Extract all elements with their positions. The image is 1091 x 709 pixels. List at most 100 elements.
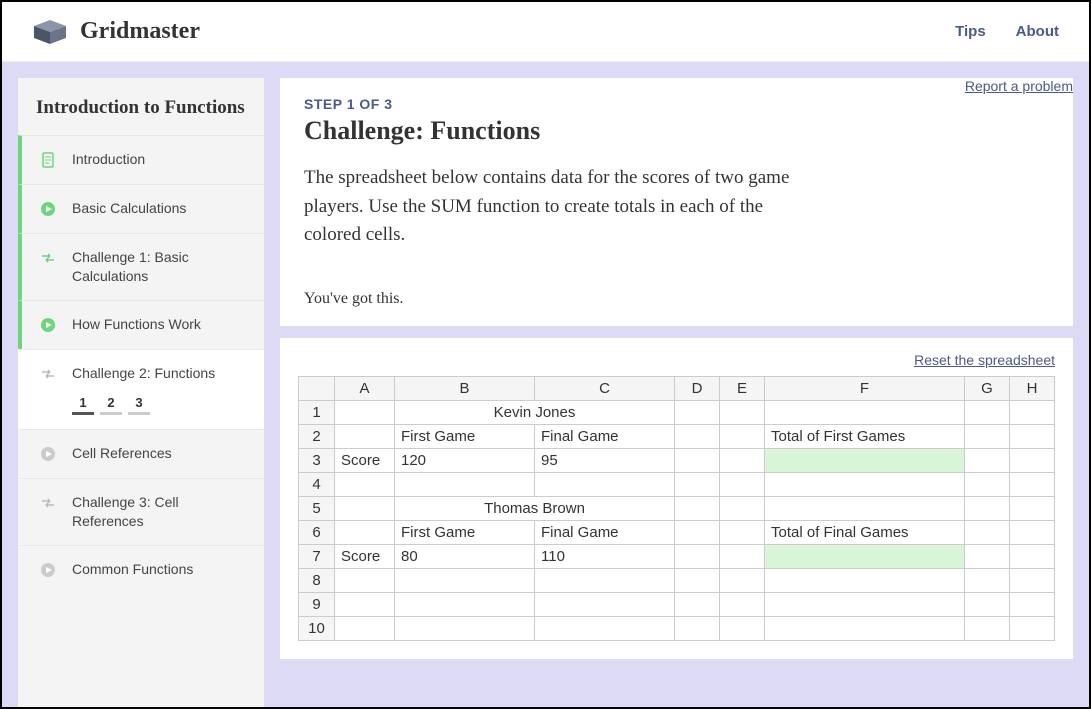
about-link[interactable]: About (1016, 23, 1059, 40)
column-header[interactable]: A (335, 376, 395, 400)
column-header[interactable]: C (535, 376, 675, 400)
cell[interactable] (765, 496, 965, 520)
cell[interactable] (335, 424, 395, 448)
cell[interactable] (720, 568, 765, 592)
row-header[interactable]: 10 (299, 616, 335, 640)
cell[interactable] (720, 400, 765, 424)
cell[interactable]: Total of First Games (765, 424, 965, 448)
cell[interactable] (335, 400, 395, 424)
cell[interactable]: Final Game (535, 424, 675, 448)
sidebar-item[interactable]: Challenge 2: Functions123 (18, 349, 264, 429)
cell[interactable] (675, 568, 720, 592)
cell[interactable] (335, 496, 395, 520)
sidebar-item[interactable]: Common Functions (18, 545, 264, 594)
cell[interactable] (675, 472, 720, 496)
sidebar-item[interactable]: How Functions Work (18, 300, 264, 349)
cell[interactable] (1010, 424, 1055, 448)
cell[interactable] (965, 448, 1010, 472)
cell[interactable] (720, 448, 765, 472)
cell[interactable] (965, 544, 1010, 568)
sidebar-item[interactable]: Basic Calculations (18, 184, 264, 233)
sidebar-item[interactable]: Introduction (18, 135, 264, 184)
cell[interactable] (335, 568, 395, 592)
row-header[interactable]: 9 (299, 592, 335, 616)
row-header[interactable]: 5 (299, 496, 335, 520)
cell[interactable] (395, 592, 535, 616)
cell[interactable] (1010, 448, 1055, 472)
cell[interactable] (965, 520, 1010, 544)
column-header[interactable]: B (395, 376, 535, 400)
cell[interactable] (675, 424, 720, 448)
cell[interactable] (720, 520, 765, 544)
cell[interactable] (535, 592, 675, 616)
cell[interactable] (535, 472, 675, 496)
cell[interactable] (395, 472, 535, 496)
cell[interactable] (335, 520, 395, 544)
cell[interactable] (335, 616, 395, 640)
cell[interactable]: 110 (535, 544, 675, 568)
step-number[interactable]: 3 (128, 393, 150, 415)
cell[interactable]: 95 (535, 448, 675, 472)
cell[interactable]: Total of Final Games (765, 520, 965, 544)
cell[interactable] (965, 616, 1010, 640)
cell[interactable] (765, 448, 965, 472)
column-header[interactable]: E (720, 376, 765, 400)
cell[interactable] (395, 568, 535, 592)
cell[interactable] (535, 616, 675, 640)
cell[interactable]: 120 (395, 448, 535, 472)
cell[interactable] (1010, 400, 1055, 424)
cell[interactable] (765, 400, 965, 424)
cell[interactable] (675, 448, 720, 472)
cell[interactable] (720, 592, 765, 616)
reset-spreadsheet-link[interactable]: Reset the spreadsheet (298, 352, 1055, 368)
cell[interactable] (1010, 496, 1055, 520)
cell[interactable] (720, 472, 765, 496)
cell[interactable] (395, 616, 535, 640)
cell[interactable] (965, 568, 1010, 592)
column-header[interactable]: F (765, 376, 965, 400)
cell[interactable]: Final Game (535, 520, 675, 544)
cell[interactable] (1010, 544, 1055, 568)
row-header[interactable]: 6 (299, 520, 335, 544)
cell[interactable] (675, 520, 720, 544)
cell[interactable] (675, 496, 720, 520)
cell[interactable] (965, 424, 1010, 448)
cell[interactable]: Thomas Brown (395, 496, 675, 520)
sidebar-item[interactable]: Challenge 3: Cell References (18, 478, 264, 545)
cell[interactable] (765, 568, 965, 592)
cell[interactable] (1010, 616, 1055, 640)
step-number[interactable]: 1 (72, 393, 94, 415)
cell[interactable] (965, 496, 1010, 520)
cell[interactable] (720, 616, 765, 640)
cell[interactable] (675, 616, 720, 640)
spreadsheet[interactable]: ABCDEFGH1Kevin Jones2First GameFinal Gam… (298, 376, 1055, 641)
row-header[interactable]: 8 (299, 568, 335, 592)
tips-link[interactable]: Tips (955, 23, 986, 40)
row-header[interactable]: 4 (299, 472, 335, 496)
row-header[interactable]: 1 (299, 400, 335, 424)
sidebar-item[interactable]: Cell References (18, 429, 264, 478)
step-number[interactable]: 2 (100, 393, 122, 415)
cell[interactable]: First Game (395, 520, 535, 544)
cell[interactable]: First Game (395, 424, 535, 448)
cell[interactable] (675, 592, 720, 616)
report-problem-link[interactable]: Report a problem (965, 78, 1073, 94)
cell[interactable] (1010, 568, 1055, 592)
cell[interactable] (720, 496, 765, 520)
column-header[interactable]: D (675, 376, 720, 400)
cell[interactable] (535, 568, 675, 592)
cell[interactable] (765, 592, 965, 616)
cell[interactable] (765, 472, 965, 496)
cell[interactable]: 80 (395, 544, 535, 568)
cell[interactable] (675, 544, 720, 568)
row-header[interactable]: 2 (299, 424, 335, 448)
row-header[interactable]: 7 (299, 544, 335, 568)
select-all-cell[interactable] (299, 376, 335, 400)
cell[interactable] (965, 592, 1010, 616)
cell[interactable] (765, 544, 965, 568)
cell[interactable] (335, 592, 395, 616)
cell[interactable]: Score (335, 448, 395, 472)
row-header[interactable]: 3 (299, 448, 335, 472)
cell[interactable] (335, 472, 395, 496)
cell[interactable] (1010, 520, 1055, 544)
